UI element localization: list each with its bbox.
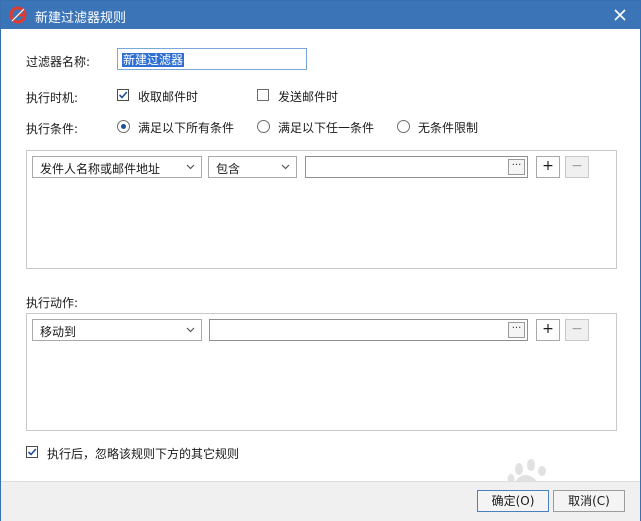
send-mail-label[interactable]: 发送邮件时 xyxy=(278,88,338,105)
match-any-label[interactable]: 满足以下任一条件 xyxy=(278,119,374,136)
no-condition-radio[interactable] xyxy=(397,120,410,133)
condition-value-input[interactable]: ··· xyxy=(305,156,528,178)
action-browse-button[interactable]: ··· xyxy=(508,322,525,338)
remove-condition-button[interactable]: − xyxy=(565,156,589,178)
match-all-label[interactable]: 满足以下所有条件 xyxy=(138,119,234,136)
chevron-down-icon xyxy=(281,164,290,170)
ignore-rules-checkbox[interactable] xyxy=(26,446,38,458)
dialog-footer: 确定(O) 取消(C) xyxy=(1,481,640,521)
ok-button[interactable]: 确定(O) xyxy=(477,490,549,512)
receive-mail-label[interactable]: 收取邮件时 xyxy=(138,88,198,105)
condition-operator-select[interactable]: 包含 xyxy=(208,156,297,178)
condition-browse-button[interactable]: ··· xyxy=(508,159,525,175)
check-icon xyxy=(27,448,37,456)
condition-label: 执行条件: xyxy=(26,122,79,136)
timing-label: 执行时机: xyxy=(26,91,79,105)
close-icon[interactable] xyxy=(610,5,630,25)
filter-name-label: 过滤器名称: xyxy=(26,55,91,69)
conditions-panel: 发件人名称或邮件地址 包含 ··· + − xyxy=(26,150,617,269)
ignore-rules-label[interactable]: 执行后，忽略该规则下方的其它规则 xyxy=(47,445,239,462)
filter-name-value: 新建过滤器 xyxy=(122,53,185,67)
filter-name-input[interactable]: 新建过滤器 xyxy=(117,48,307,70)
add-action-button[interactable]: + xyxy=(536,319,560,341)
action-value: 移动到 xyxy=(40,325,77,339)
cancel-button[interactable]: 取消(C) xyxy=(553,490,625,512)
condition-operator-value: 包含 xyxy=(216,162,241,176)
chevron-down-icon xyxy=(186,164,195,170)
app-logo-icon xyxy=(9,6,27,24)
action-target-input[interactable]: ··· xyxy=(209,319,528,341)
send-mail-checkbox[interactable] xyxy=(257,89,269,101)
no-condition-label[interactable]: 无条件限制 xyxy=(418,119,478,136)
match-any-radio[interactable] xyxy=(257,120,270,133)
match-all-radio[interactable] xyxy=(117,120,130,133)
add-condition-button[interactable]: + xyxy=(536,156,560,178)
chevron-down-icon xyxy=(186,327,195,333)
condition-field-select[interactable]: 发件人名称或邮件地址 xyxy=(32,156,202,178)
filter-rule-dialog: 新建过滤器规则 过滤器名称: 新建过滤器 执行时机: 收取邮件时 发送邮件时 执… xyxy=(0,0,641,521)
actions-panel: 移动到 ··· + − xyxy=(26,313,617,431)
condition-field-value: 发件人名称或邮件地址 xyxy=(40,162,161,176)
check-icon xyxy=(118,91,128,99)
receive-mail-checkbox[interactable] xyxy=(117,89,129,101)
remove-action-button[interactable]: − xyxy=(565,319,589,341)
title-bar[interactable]: 新建过滤器规则 xyxy=(1,1,640,29)
actions-label: 执行动作: xyxy=(26,296,79,310)
window-title: 新建过滤器规则 xyxy=(35,11,127,26)
action-select[interactable]: 移动到 xyxy=(32,319,202,341)
